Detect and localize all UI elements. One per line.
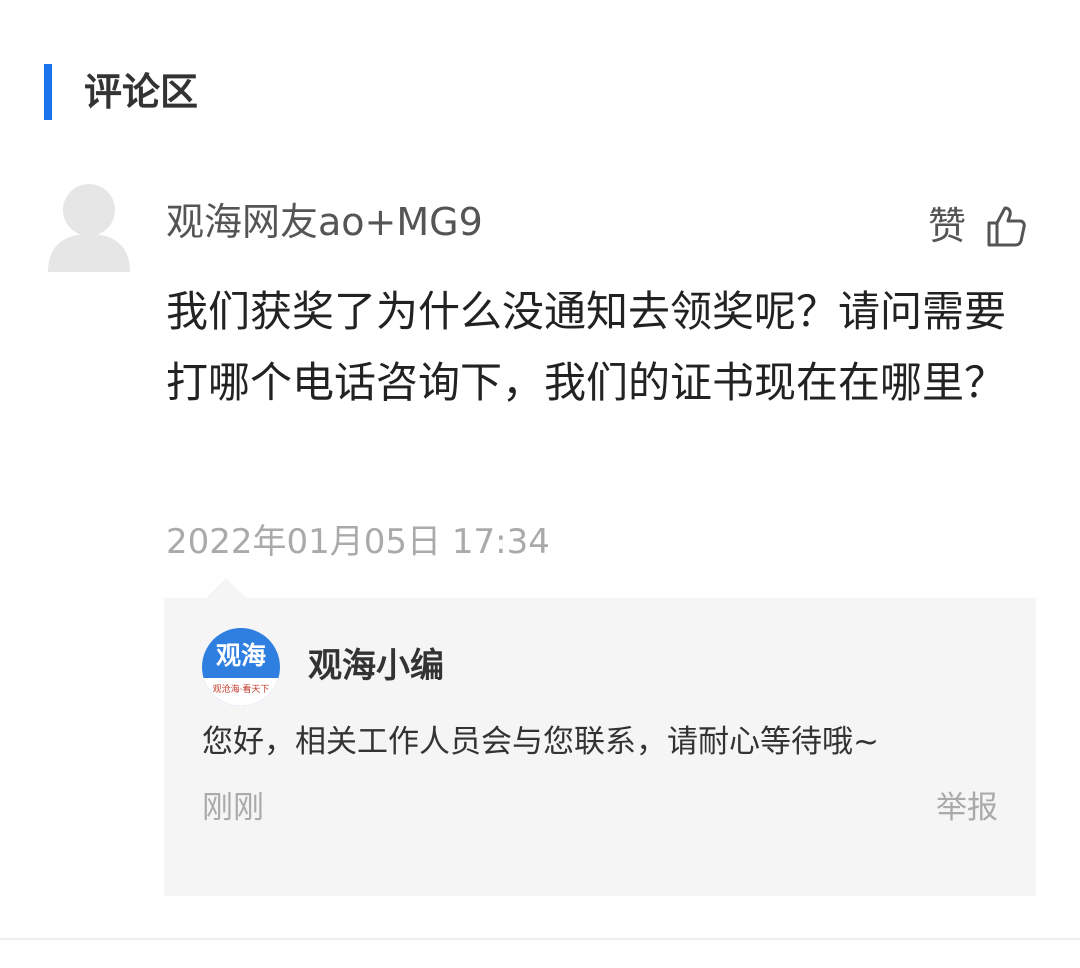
comment-username[interactable]: 观海网友ao+MG9 (166, 196, 483, 248)
section-accent-bar (44, 64, 52, 120)
reply-box: 观海 观沧海·看天下 观海小编 您好，相关工作人员会与您联系，请耐心等待哦~ 刚… (164, 598, 1036, 896)
section-title: 评论区 (84, 70, 199, 114)
logo-text: 观海 (215, 641, 266, 670)
comment-timestamp: 2022年01月05日 17:34 (166, 522, 550, 562)
reply-pointer (206, 578, 246, 598)
like-button[interactable]: 赞 (928, 200, 1026, 252)
user-avatar-icon[interactable] (48, 178, 130, 272)
logo-slogan: 观沧海·看天下 (212, 685, 270, 695)
like-label: 赞 (928, 204, 967, 248)
thumbs-up-icon (987, 206, 1026, 247)
bottom-divider (0, 938, 1080, 940)
guanhai-logo: 观海 观沧海·看天下 (202, 628, 280, 706)
comment-text: 我们获奖了为什么没通知去领奖呢？请问需要打哪个电话咨询下，我们的证书现在在哪里？ (166, 287, 1007, 407)
report-button[interactable]: 举报 (936, 784, 998, 832)
reply-time: 刚刚 (202, 790, 264, 826)
reply-text: 您好，相关工作人员会与您联系，请耐心等待哦~ (202, 724, 879, 760)
reply-author[interactable]: 观海小编 (308, 642, 444, 690)
